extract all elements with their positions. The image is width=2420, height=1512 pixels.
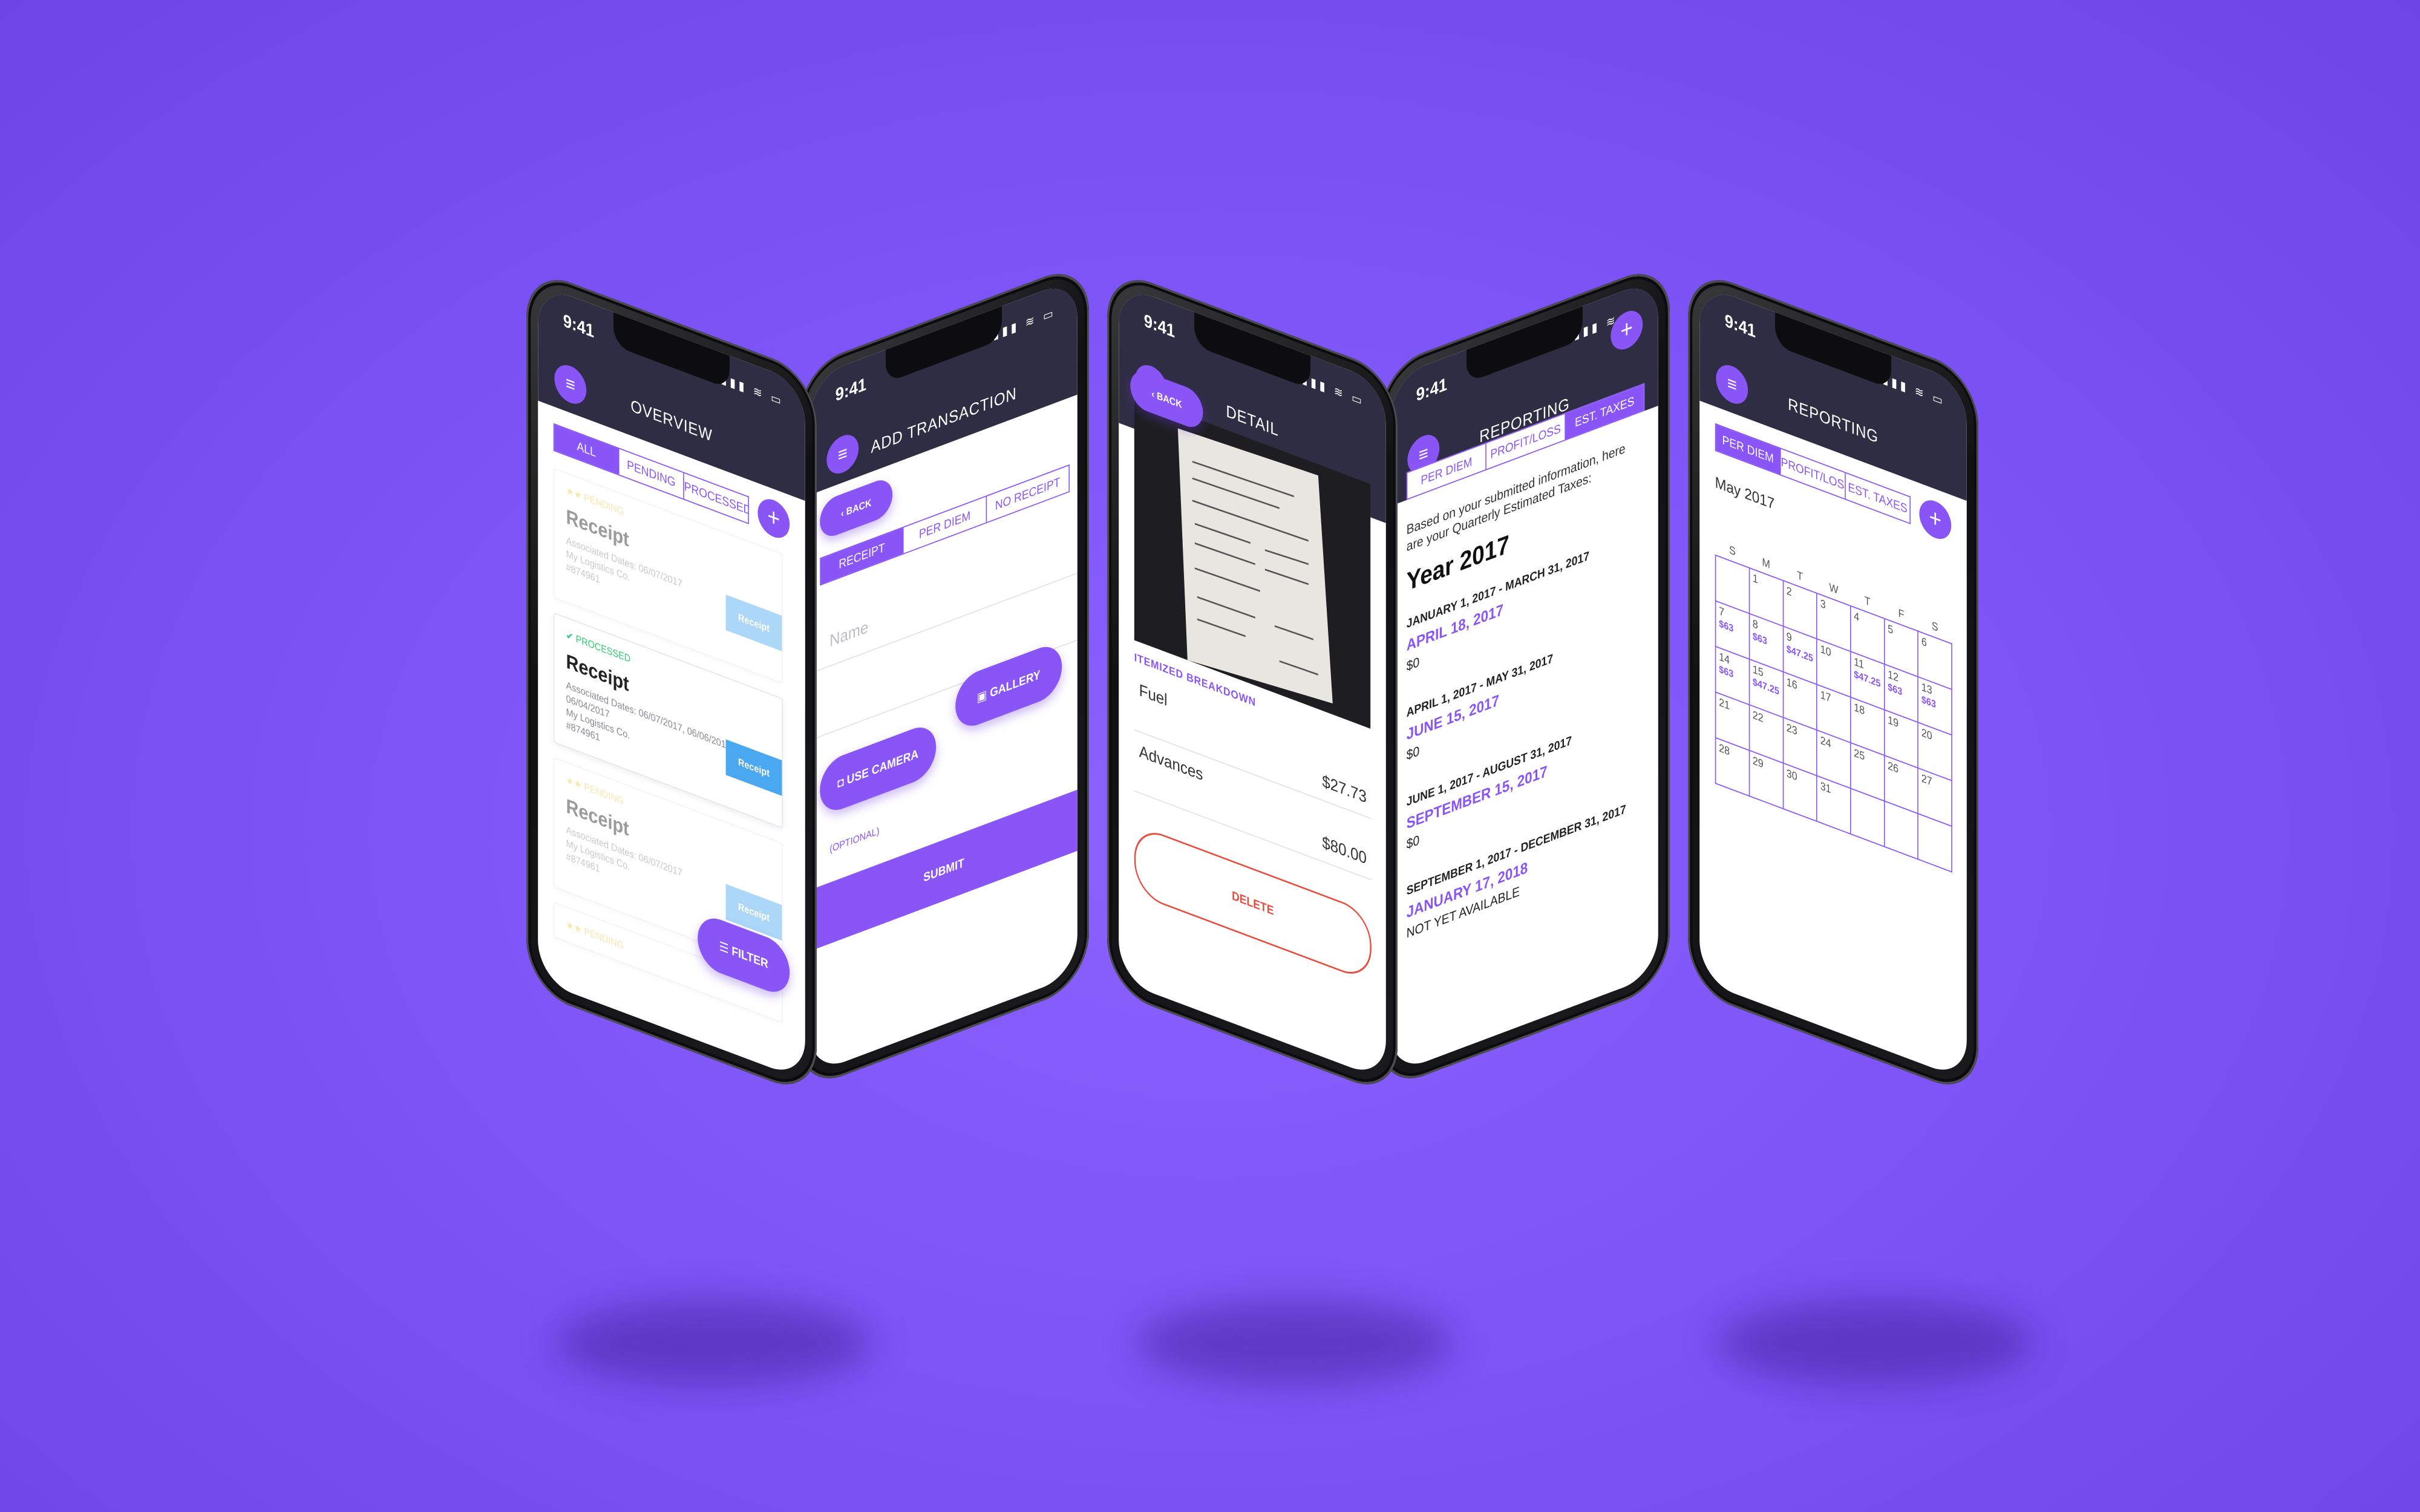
day-number: 19 [1888, 714, 1899, 731]
tab-per-diem[interactable]: PER DIEM [903, 497, 986, 554]
status-time: 9:41 [563, 310, 595, 342]
status-icons: ▮▮▮ ≋ ▭ [993, 304, 1056, 342]
optional-note: (OPTIONAL) [829, 824, 880, 855]
day-number: 5 [1888, 622, 1894, 637]
screen-detail: 9:41 ▮▮▮ ≋ ▭ ≡ DETAIL + [1119, 284, 1386, 1081]
day-number: 22 [1752, 708, 1764, 725]
chevron-left-icon: ‹ [841, 506, 846, 520]
app-header: 9:41 ▮▮▮ ≋ ▭ ≡ ADD TRANSACTION [810, 278, 1078, 495]
phone-shadow [1137, 1300, 1452, 1385]
day-number: 18 [1854, 701, 1865, 718]
screen-add-transaction: 9:41 ▮▮▮ ≋ ▭ ≡ ADD TRANSACTION ‹ BACK RE… [810, 278, 1078, 1075]
day-number: 9 [1786, 630, 1792, 645]
phone-reporting-perdiem: 9:41 ▮▮▮ ≋ ▭ ≡ REPORTING PER DIEM PROFIT… [1688, 266, 1978, 1098]
page-title: OVERVIEW [630, 396, 713, 446]
per-diem-amount: $63 [1921, 693, 1936, 711]
day-number: 10 [1820, 643, 1831, 659]
item-label: Fuel [1139, 680, 1168, 710]
item-amount: $27.73 [1322, 772, 1367, 807]
phone-reporting-taxes: 9:41 ▮▮▮ ≋ ▭ ≡ REPORTING + PER DIEM PROF… [1379, 260, 1670, 1092]
phone-overview: 9:41 ▮▮▮ ≋ ▭ ≡ OVERVIEW ALL PENDING PROC… [526, 266, 817, 1098]
tab-receipt[interactable]: RECEIPT [820, 527, 903, 585]
plus-icon: + [1620, 313, 1634, 345]
per-diem-amount: $47.25 [1854, 668, 1881, 689]
day-number: 20 [1921, 726, 1932, 743]
submit-button[interactable]: SUBMIT [810, 789, 1078, 951]
per-diem-amount: $63 [1752, 630, 1767, 647]
screen-overview: 9:41 ▮▮▮ ≋ ▭ ≡ OVERVIEW ALL PENDING PROC… [538, 284, 805, 1081]
status-pending: ★★ PENDING [566, 918, 624, 952]
day-number: 17 [1820, 688, 1831, 705]
day-number: 25 [1854, 746, 1865, 763]
phone-shadow [557, 1300, 871, 1385]
day-number: 21 [1719, 696, 1730, 712]
status-icons: ▮▮▮ ≋ ▭ [1882, 371, 1946, 409]
page-title: REPORTING [1788, 394, 1879, 448]
mockup-stage: 9:41 ▮▮▮ ≋ ▭ ≡ ADD TRANSACTION ‹ BACK RE… [0, 0, 2420, 1512]
tab-est-taxes[interactable]: EST. TAXES [1845, 472, 1910, 523]
status-time: 9:41 [1416, 373, 1448, 405]
status-icons: ▮▮▮ ≋ ▭ [1301, 371, 1365, 409]
screen-reporting-perdiem: 9:41 ▮▮▮ ≋ ▭ ≡ REPORTING PER DIEM PROFIT… [1699, 284, 1967, 1081]
tab-pending[interactable]: PENDING [618, 448, 684, 499]
day-number: 30 [1786, 767, 1797, 784]
tab-profit-loss[interactable]: PROFIT/LOSS [1780, 448, 1845, 499]
day-number: 31 [1820, 780, 1831, 797]
phone-add-transaction: 9:41 ▮▮▮ ≋ ▭ ≡ ADD TRANSACTION ‹ BACK RE… [799, 260, 1089, 1092]
phone-detail: 9:41 ▮▮▮ ≋ ▭ ≡ DETAIL + [1107, 266, 1398, 1098]
status-time: 9:41 [1143, 310, 1176, 342]
day-number: 6 [1921, 635, 1927, 650]
day-number: 1 [1752, 572, 1758, 587]
quarter-amount: $0 [1406, 654, 1420, 674]
day-number: 2 [1786, 584, 1792, 599]
day-number: 26 [1888, 759, 1899, 776]
day-number: 8 [1752, 618, 1758, 632]
day-number: 29 [1752, 754, 1764, 771]
per-diem-amount: $63 [1888, 680, 1903, 698]
name-placeholder: Name [829, 618, 869, 651]
tab-all[interactable]: ALL [554, 425, 618, 475]
month-label: May 2017 [1715, 473, 1775, 513]
day-number: 3 [1820, 597, 1826, 612]
back-label: BACK [846, 497, 872, 518]
camera-icon: ◘ [837, 773, 847, 791]
per-diem-amount: $63 [1719, 663, 1734, 680]
tab-processed[interactable]: PROCESSED [683, 472, 748, 523]
status-icons: ▮▮▮ ≋ ▭ [721, 371, 784, 409]
phone-shadow [1718, 1300, 2033, 1385]
add-button[interactable]: + [757, 494, 790, 543]
screen-reporting-taxes: 9:41 ▮▮▮ ≋ ▭ ≡ REPORTING + PER DIEM PROF… [1391, 278, 1658, 1075]
plus-icon: + [767, 501, 780, 534]
status-time: 9:41 [835, 373, 867, 405]
use-camera-label: USE CAMERA [846, 746, 919, 787]
day-number: 24 [1820, 734, 1831, 751]
quarter-amount: $0 [1406, 743, 1420, 764]
add-button[interactable]: + [1919, 495, 1952, 544]
per-diem-amount: $47.25 [1752, 676, 1779, 697]
gallery-label: GALLERY [990, 667, 1041, 700]
per-diem-calendar: S M T W T F S 1 2 3 4 5 6 7 $63 8 $63 9 $47.25 10 11 $47.25 12… [1715, 535, 1952, 873]
quarter-amount: $0 [1406, 832, 1420, 853]
item-amount: $80.00 [1322, 833, 1367, 868]
day-number: 4 [1854, 610, 1860, 624]
tab-per-diem[interactable]: PER DIEM [1716, 425, 1780, 475]
day-number: 7 [1719, 605, 1725, 619]
per-diem-amount: $63 [1719, 618, 1734, 634]
sliders-icon: ☰ [719, 939, 732, 957]
filter-label: FILTER [731, 943, 768, 971]
day-number: 28 [1719, 741, 1730, 758]
use-camera-button[interactable]: ◘ USE CAMERA [820, 720, 937, 818]
chevron-left-icon: ‹ [1151, 388, 1157, 402]
image-icon: ▣ [976, 686, 990, 705]
tab-no-receipt[interactable]: NO RECEIPT [986, 466, 1069, 523]
day-number: 27 [1921, 772, 1932, 789]
per-diem-amount: $47.25 [1786, 643, 1813, 665]
day-number: 23 [1786, 721, 1797, 738]
plus-icon: + [1929, 503, 1942, 535]
status-time: 9:41 [1724, 310, 1756, 342]
back-label: BACK [1157, 389, 1182, 411]
day-number: 16 [1786, 676, 1797, 692]
